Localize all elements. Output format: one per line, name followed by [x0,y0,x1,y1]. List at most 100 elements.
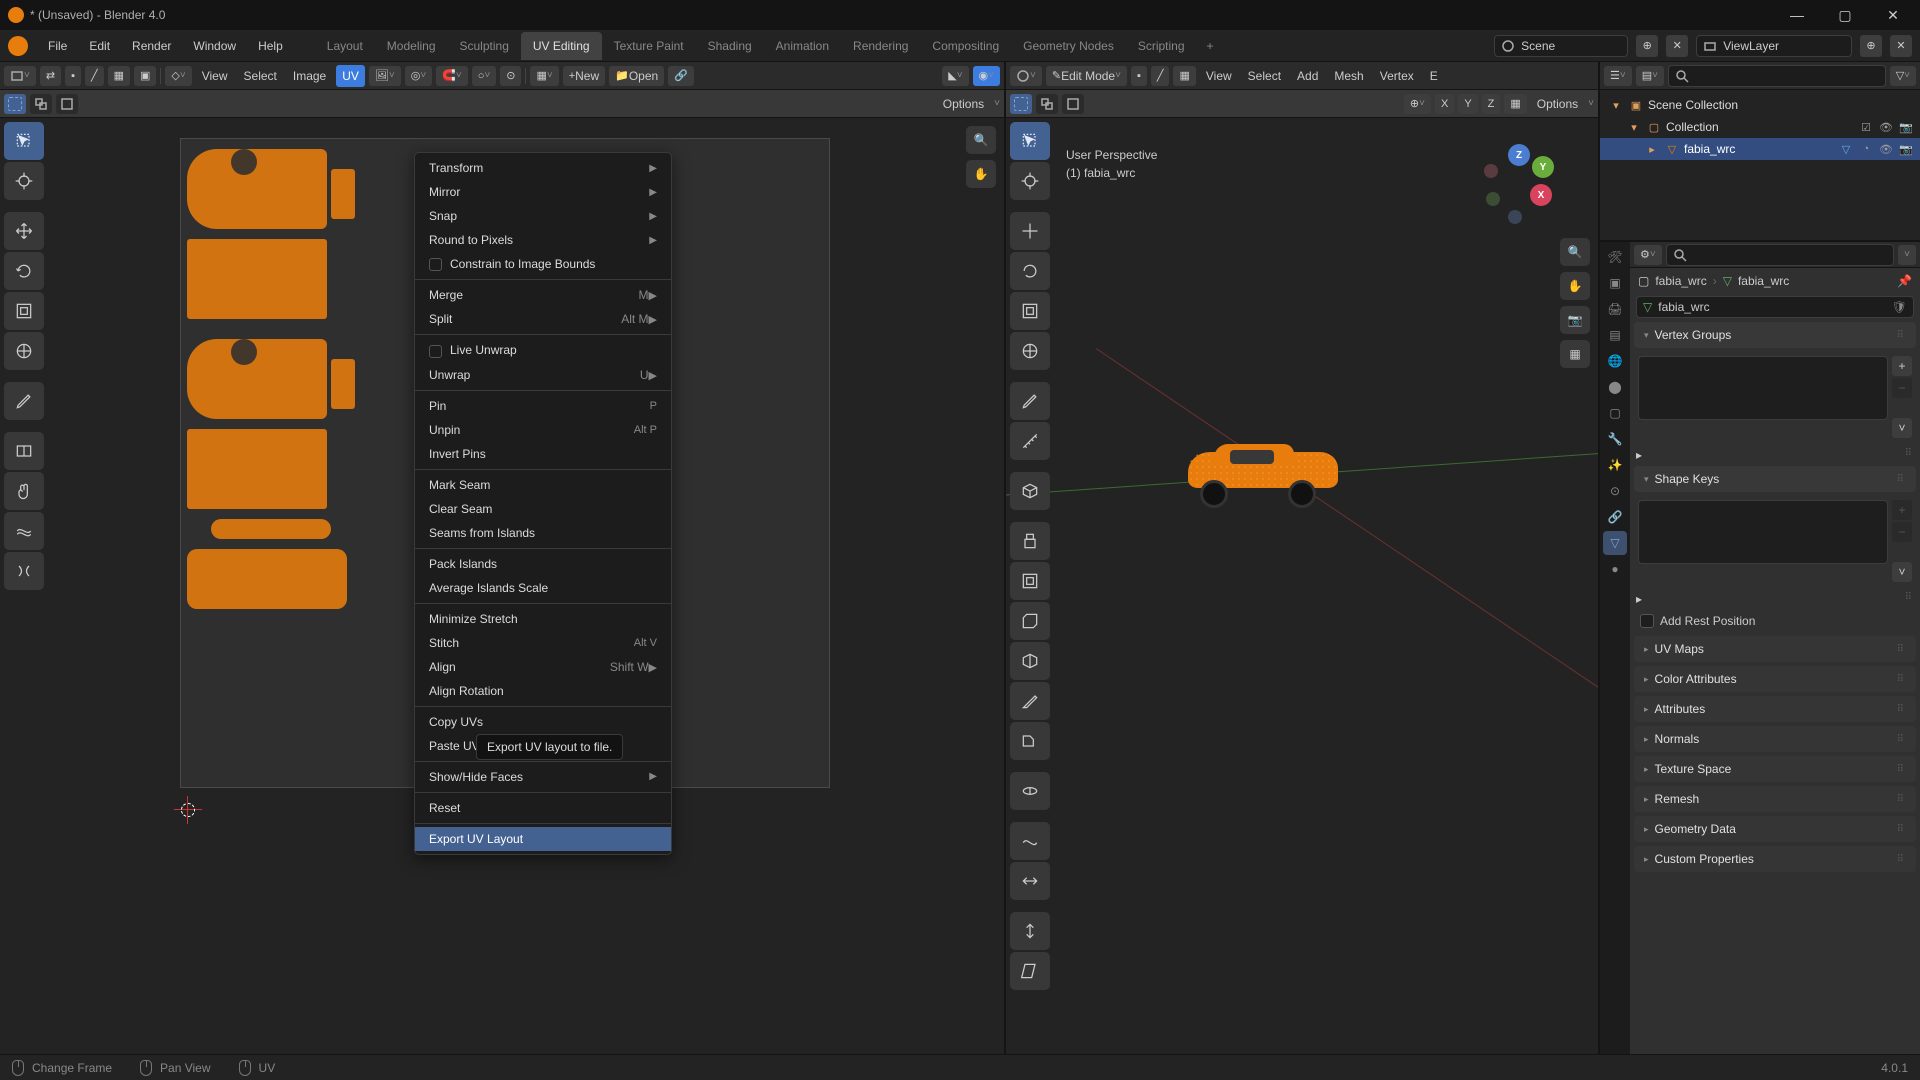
prop-tab-material[interactable]: ● [1603,557,1627,581]
vp-rotate-tool[interactable] [1010,252,1050,290]
vp-measure-tool[interactable] [1010,422,1050,460]
gizmo-z-axis[interactable]: Z [1508,144,1530,166]
menu-live-unwrap[interactable]: Live Unwrap [415,338,671,362]
vp-slide-tool[interactable] [1010,862,1050,900]
viewport-canvas[interactable]: User Perspective (1) fabia_wrc Z Y X 🔍 ✋… [1006,118,1598,1054]
outliner-mode[interactable]: ▤˅ [1636,66,1664,86]
move-tool[interactable] [4,212,44,250]
scale-tool[interactable] [4,292,44,330]
menu-minimize-stretch[interactable]: Minimize Stretch [415,607,671,631]
tab-texture-paint[interactable]: Texture Paint [602,32,696,60]
tree-scene-collection[interactable]: ▾ ▣ Scene Collection [1600,94,1920,116]
sk-play-icon[interactable]: ▸ [1636,592,1642,606]
hide-viewport-icon[interactable]: 👁 [1878,121,1894,134]
menu-merge[interactable]: MergeM▶ [415,283,671,307]
menu-align-rotation[interactable]: Align Rotation [415,679,671,703]
prop-tab-data[interactable]: ▽ [1603,531,1627,555]
vp-xyz-x[interactable]: X [1435,94,1454,114]
outliner-type[interactable]: ☰˅ [1604,66,1632,86]
tab-layout[interactable]: Layout [315,32,375,60]
vg-play-icon[interactable]: ▸ [1636,448,1642,462]
viewport-mesh-object[interactable] [1176,438,1356,508]
uv-link-button[interactable]: 🔗 [668,66,694,86]
obj-hide-icon[interactable]: 👁 [1878,143,1894,156]
select-subtract-mode[interactable] [56,94,78,114]
grab-tool[interactable] [4,472,44,510]
vp-edge-mode[interactable]: ╱ [1151,66,1170,86]
vp-smooth-tool[interactable] [1010,822,1050,860]
vp-inset-tool[interactable] [1010,562,1050,600]
panel-shape-keys-header[interactable]: ▾Shape Keys⠿ [1634,466,1916,492]
tab-sculpting[interactable]: Sculpting [448,32,521,60]
rip-tool[interactable] [4,432,44,470]
vp-mirror[interactable]: ▦ [1504,94,1526,114]
prop-tab-particles[interactable]: ✨ [1603,453,1627,477]
uv-island-mode[interactable]: ▣ [134,66,156,86]
props-options[interactable]: ˅ [1898,245,1916,265]
uv-sync-button[interactable]: ⇄ [40,66,61,86]
uv-new-button[interactable]: + New [563,66,605,86]
bc-mesh-name[interactable]: fabia_wrc [1738,274,1789,288]
menu-pack-islands[interactable]: Pack Islands [415,552,671,576]
vp-xyz-y[interactable]: Y [1458,94,1477,114]
vp-menu-add[interactable]: Add [1291,65,1324,87]
menu-round-to-pixels[interactable]: Round to Pixels▶ [415,228,671,252]
shape-keys-list[interactable] [1638,500,1888,564]
uv-menu-uv[interactable]: UV [336,65,365,87]
panel-remesh[interactable]: ▸Remesh⠿ [1634,786,1916,812]
menu-help[interactable]: Help [248,33,293,59]
panel-normals[interactable]: ▸Normals⠿ [1634,726,1916,752]
tab-geometry-nodes[interactable]: Geometry Nodes [1011,32,1126,60]
menu-invert-pins[interactable]: Invert Pins [415,442,671,466]
panel-attributes[interactable]: ▸Attributes⠿ [1634,696,1916,722]
relax-tool[interactable] [4,512,44,550]
menu-unwrap[interactable]: UnwrapU▶ [415,363,671,387]
scene-selector[interactable]: Scene [1494,35,1628,57]
sk-add-button[interactable]: + [1892,500,1912,520]
vp-menu-vertex[interactable]: Vertex [1374,65,1420,87]
vp-knife-tool[interactable] [1010,682,1050,720]
vp-extrude-tool[interactable] [1010,522,1050,560]
vp-editor-type[interactable]: ˅ [1010,66,1042,86]
vp-add-cube-tool[interactable] [1010,472,1050,510]
vertex-groups-list[interactable] [1638,356,1888,420]
navigation-gizmo[interactable]: Z Y X [1482,148,1554,220]
vp-select-box-mode[interactable] [1010,94,1032,114]
tab-modeling[interactable]: Modeling [375,32,448,60]
prop-tab-output[interactable]: 🖨 [1603,297,1627,321]
vp-menu-mesh[interactable]: Mesh [1328,65,1369,87]
outliner-filter[interactable]: ▽˅ [1890,66,1916,86]
props-search[interactable] [1666,244,1894,266]
vp-camera-button[interactable]: 📷 [1560,306,1590,334]
panel-vertex-groups-header[interactable]: ▾Vertex Groups⠿ [1634,322,1916,348]
scene-new-button[interactable]: ⊕ [1636,35,1658,57]
vp-xyz-z[interactable]: Z [1482,94,1501,114]
select-box-mode[interactable] [4,94,26,114]
panel-geometry-data[interactable]: ▸Geometry Data⠿ [1634,816,1916,842]
menu-show-hide-faces[interactable]: Show/Hide Faces▶ [415,765,671,789]
uv-menu-select[interactable]: Select [238,65,283,87]
vp-menu-view[interactable]: View [1200,65,1238,87]
add-rest-position-row[interactable]: Add Rest Position [1630,608,1920,634]
vp-persp-button[interactable]: ▦ [1560,340,1590,368]
select-extend-mode[interactable] [30,94,52,114]
vp-move-tool[interactable] [1010,212,1050,250]
menu-render[interactable]: Render [122,33,181,59]
pan-button[interactable]: ✋ [966,160,996,188]
material-icon[interactable]: ◔ [1858,143,1874,156]
vg-add-button[interactable]: + [1892,356,1912,376]
mesh-name-field[interactable]: ▽ fabia_wrc 🛡 [1636,296,1914,318]
obj-disclosure-icon[interactable]: ▸ [1644,141,1660,157]
close-button[interactable]: ✕ [1870,0,1916,30]
editor-type-button[interactable]: ˅ [4,66,36,86]
menu-stitch[interactable]: StitchAlt V [415,631,671,655]
vp-bevel-tool[interactable] [1010,602,1050,640]
vp-options-menu[interactable]: Options [1531,93,1584,115]
uv-sticky-button[interactable]: ◇˅ [165,66,191,86]
menu-seams-from-islands[interactable]: Seams from Islands [415,521,671,545]
transform-tool[interactable] [4,332,44,370]
viewlayer-new-button[interactable]: ⊕ [1860,35,1882,57]
prop-tab-constraints[interactable]: 🔗 [1603,505,1627,529]
select-box-tool[interactable] [4,122,44,160]
uv-menu-view[interactable]: View [196,65,234,87]
